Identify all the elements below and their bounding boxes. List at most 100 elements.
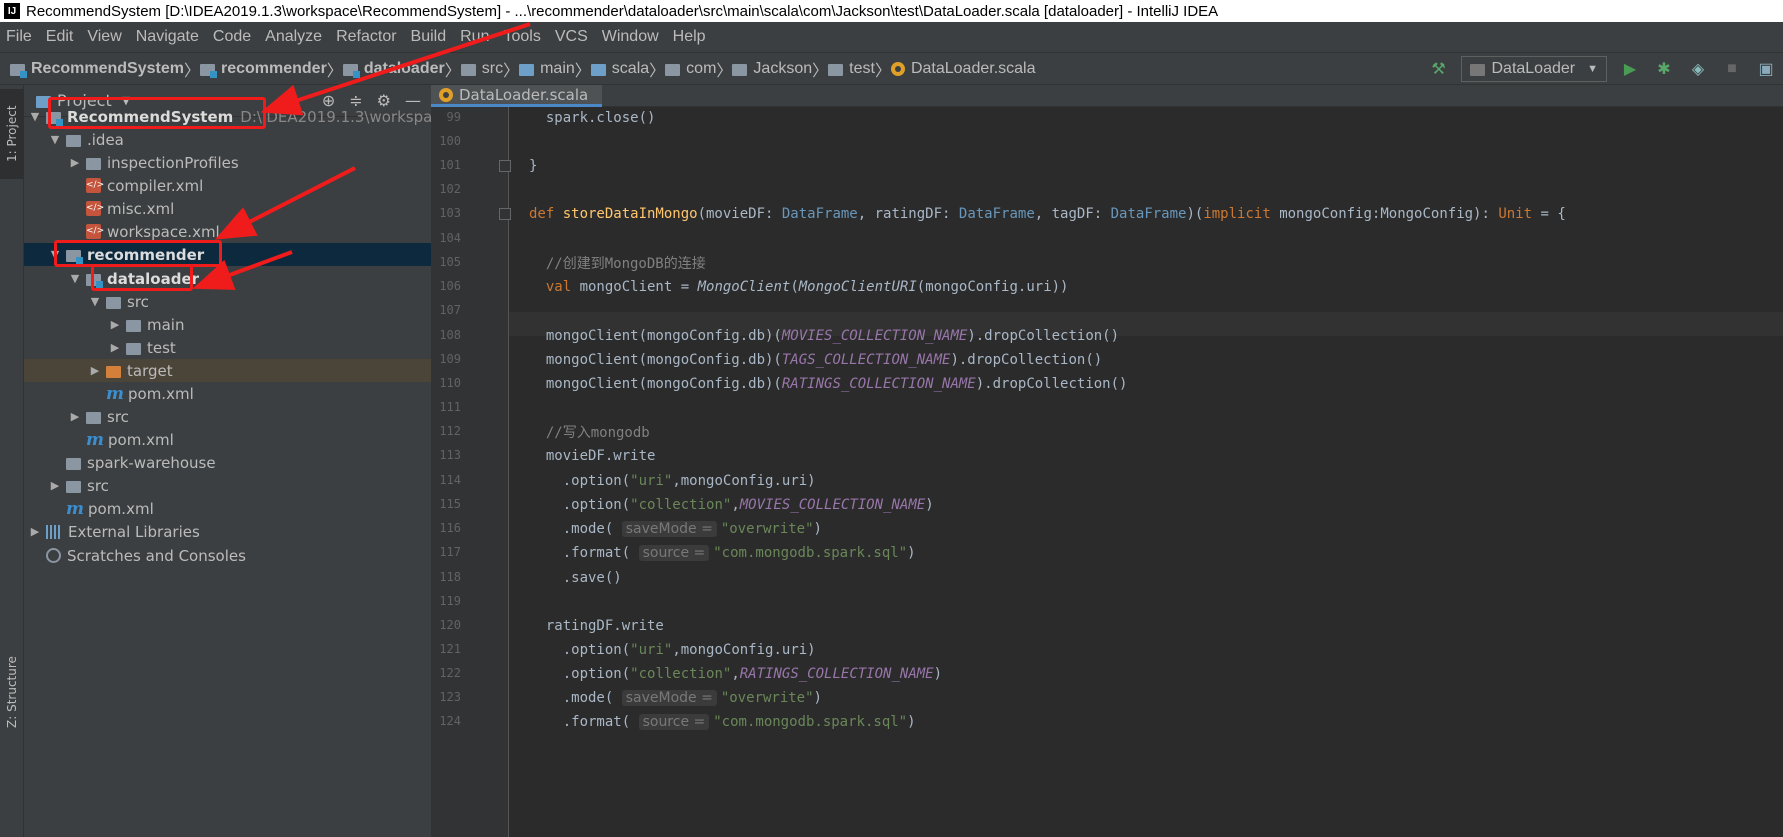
collapsed-arrow-icon[interactable]: ▶ (108, 318, 122, 331)
code-token: ) (813, 690, 822, 706)
folder-icon (519, 63, 535, 76)
breadcrumb-item[interactable]: scala (590, 59, 650, 78)
tree-item-dataloader[interactable]: ▼ dataloader (24, 267, 431, 290)
code-line: ratingDF.write (529, 614, 664, 638)
tree-item-label: inspectionProfiles (107, 153, 239, 172)
code-editor[interactable]: spark.close()} def storeDataInMongo (movie… (509, 107, 1783, 837)
code-token: ) (933, 666, 943, 682)
collapsed-arrow-icon[interactable]: ▶ (68, 410, 82, 423)
structure-tool-tab[interactable]: Z: Structure (0, 645, 24, 740)
line-number: 112 (439, 424, 461, 438)
collapsed-arrow-icon[interactable]: ▶ (28, 525, 42, 538)
line-number: 105 (439, 255, 461, 269)
line-number: 113 (439, 448, 461, 462)
breadcrumb-item[interactable]: com (665, 60, 716, 78)
menu-run[interactable]: Run (458, 28, 491, 46)
breadcrumb-item[interactable]: Jackson (732, 60, 812, 78)
tree-item-label: src (107, 407, 129, 426)
tree-item-spark-warehouse[interactable]: spark-warehouse (24, 451, 431, 474)
collapsed-arrow-icon[interactable]: ▶ (68, 156, 82, 169)
menu-code[interactable]: Code (211, 28, 253, 46)
code-line: .option("collection", RATINGS_COLLECTION_… (529, 662, 942, 686)
code-token: "overwrite" (720, 690, 814, 706)
breadcrumb-item[interactable]: src (460, 60, 503, 78)
code-token: .format( (529, 545, 639, 561)
tree-item-misc-xml[interactable]: </> misc.xml (24, 197, 431, 220)
tree-item-external-libraries[interactable]: ▶ External Libraries (24, 520, 431, 543)
code-token: .mode( (529, 521, 622, 537)
structure-tool-tab-label: Z: Structure (5, 656, 19, 729)
build-hammer-icon[interactable]: ⚒ (1426, 57, 1450, 81)
menu-tools[interactable]: Tools (501, 28, 542, 46)
code-token: "com.mongodb.spark.sql" (713, 714, 908, 730)
tree-item-label: test (147, 338, 176, 357)
menu-build[interactable]: Build (409, 28, 449, 46)
collapsed-arrow-icon[interactable]: ▶ (48, 479, 62, 492)
code-token: ).dropCollection() (950, 352, 1103, 368)
tree-item-test[interactable]: ▶ test (24, 336, 431, 359)
breadcrumb-label: scala (611, 59, 650, 77)
tree-item--idea[interactable]: ▼ .idea (24, 128, 431, 151)
expanded-arrow-icon[interactable]: ▼ (88, 295, 102, 308)
tree-item-inspectionprofiles[interactable]: ▶ inspectionProfiles (24, 151, 431, 174)
menu-window[interactable]: Window (600, 28, 661, 46)
tree-item-pom-xml[interactable]: m pom.xml (24, 428, 431, 451)
debug-bug-icon[interactable]: ✱ (1652, 57, 1676, 81)
menu-edit[interactable]: Edit (44, 28, 76, 46)
code-token: ) (925, 497, 934, 513)
code-token: val (545, 279, 580, 295)
run-configuration-select[interactable]: DataLoader ▼ (1461, 55, 1607, 82)
project-tool-tab[interactable]: 1: Project (0, 89, 24, 179)
code-token: "overwrite" (720, 521, 814, 537)
folder-icon (86, 411, 101, 424)
tree-item-target[interactable]: ▶ target (24, 359, 431, 382)
expanded-arrow-icon[interactable]: ▼ (68, 272, 82, 285)
tree-item-src[interactable]: ▼ src (24, 290, 431, 313)
tree-item-compiler-xml[interactable]: </> compiler.xml (24, 174, 431, 197)
menu-navigate[interactable]: Navigate (134, 28, 201, 46)
expanded-arrow-icon[interactable]: ▼ (28, 110, 42, 123)
tree-item-scratches-and-consoles[interactable]: Scratches and Consoles (24, 544, 431, 567)
code-token: = { (1532, 206, 1566, 222)
breadcrumb-separator-icon: 〉 (326, 62, 343, 80)
line-number: 122 (439, 666, 461, 680)
tree-item-label: .idea (87, 130, 124, 149)
line-number: 116 (439, 521, 461, 535)
parameter-hint: source = (638, 714, 710, 730)
line-number: 124 (439, 714, 461, 728)
tree-item-src[interactable]: ▶ src (24, 405, 431, 428)
breadcrumb-item[interactable]: main (519, 60, 575, 78)
breadcrumb-item[interactable]: DataLoader.scala (890, 60, 1035, 78)
editor-tab-dataloader-scala[interactable]: DataLoader.scala (431, 85, 603, 107)
code-token: DataFrame (958, 206, 1035, 222)
code-token: ) (813, 521, 822, 537)
stop-icon[interactable]: ■ (1720, 57, 1744, 81)
line-number: 118 (439, 570, 461, 584)
tree-item-pom-xml[interactable]: m pom.xml (24, 497, 431, 520)
breadcrumb-item[interactable]: test (828, 60, 875, 78)
run-with-coverage-icon[interactable]: ◈ (1686, 57, 1710, 81)
breadcrumb-item[interactable]: recommender (199, 60, 327, 78)
expanded-arrow-icon[interactable]: ▼ (48, 133, 62, 146)
menu-file[interactable]: File (4, 28, 34, 46)
code-line: def storeDataInMongo (movieDF: DataFrame,… (529, 202, 1566, 226)
breadcrumb-item[interactable]: dataloader (342, 60, 445, 78)
menu-help[interactable]: Help (671, 28, 708, 46)
collapsed-arrow-icon[interactable]: ▶ (108, 341, 122, 354)
scala-file-icon (890, 61, 905, 76)
run-icon[interactable]: ▶ (1618, 57, 1642, 81)
breadcrumb-item[interactable]: RecommendSystem (10, 60, 184, 78)
code-token: RATINGS_COLLECTION_NAME (739, 666, 934, 682)
menu-view[interactable]: View (85, 28, 123, 46)
tree-item-pom-xml[interactable]: m pom.xml (24, 382, 431, 405)
menu-refactor[interactable]: Refactor (334, 28, 398, 46)
tree-item-src[interactable]: ▶ src (24, 474, 431, 497)
collapsed-arrow-icon[interactable]: ▶ (88, 364, 102, 377)
line-number: 101 (439, 158, 461, 172)
project-structure-icon[interactable]: ▣ (1754, 57, 1778, 81)
editor-area: DataLoader.scala 99 100 101 102 103 104 105 106… (431, 85, 1783, 837)
tree-item-main[interactable]: ▶ main (24, 313, 431, 336)
menu-analyze[interactable]: Analyze (263, 28, 324, 46)
menu-vcs[interactable]: VCS (553, 28, 590, 46)
